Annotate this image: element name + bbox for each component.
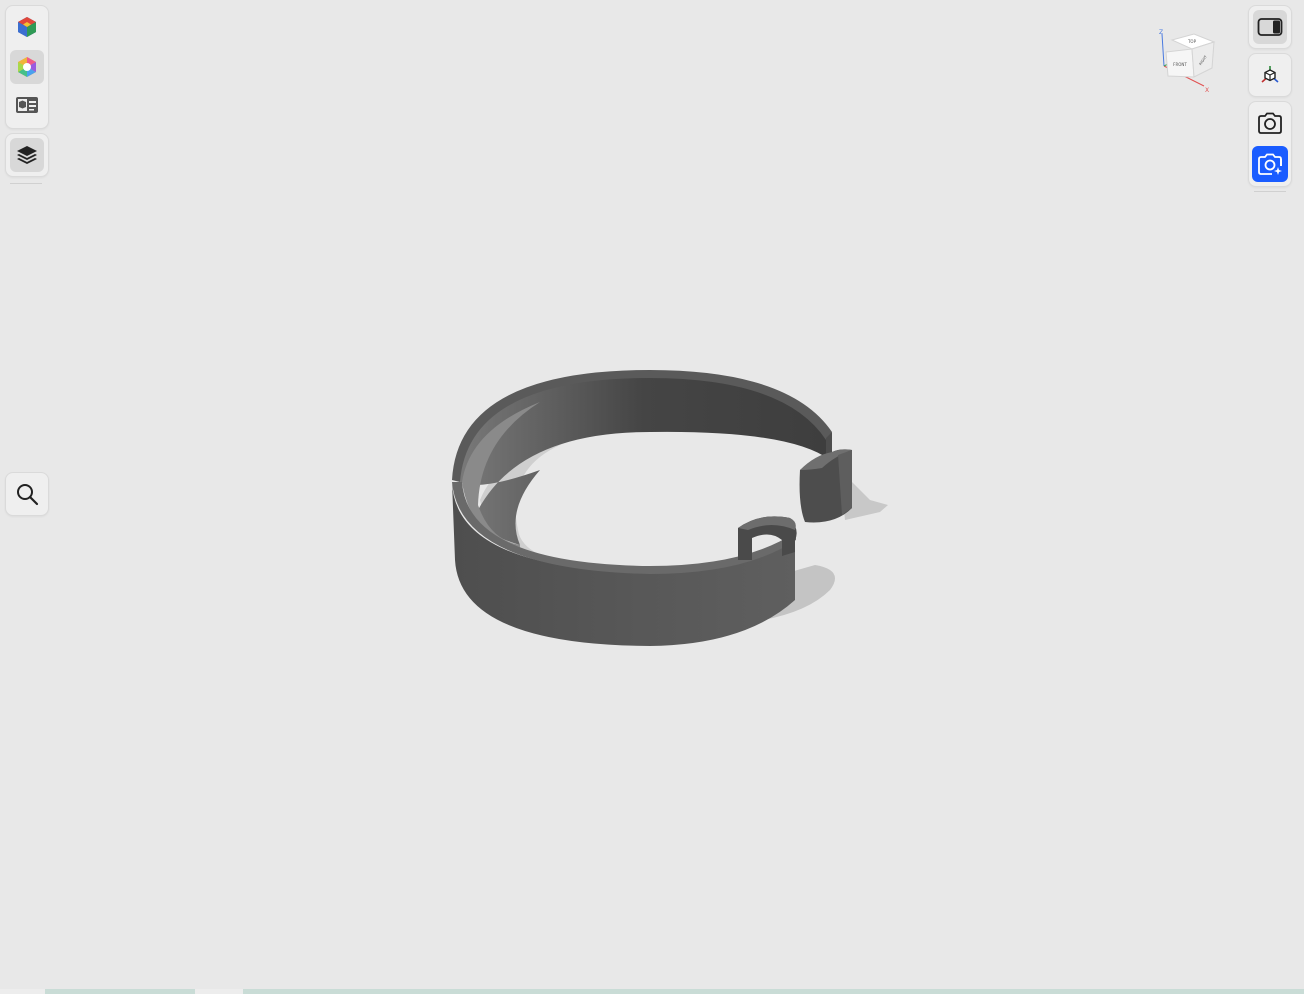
bottom-strip-segment-b: [195, 989, 243, 994]
bottom-strip-segment-a: [0, 989, 45, 994]
bottom-progress-strip: [0, 989, 1304, 994]
model-viewport[interactable]: [0, 0, 1304, 990]
